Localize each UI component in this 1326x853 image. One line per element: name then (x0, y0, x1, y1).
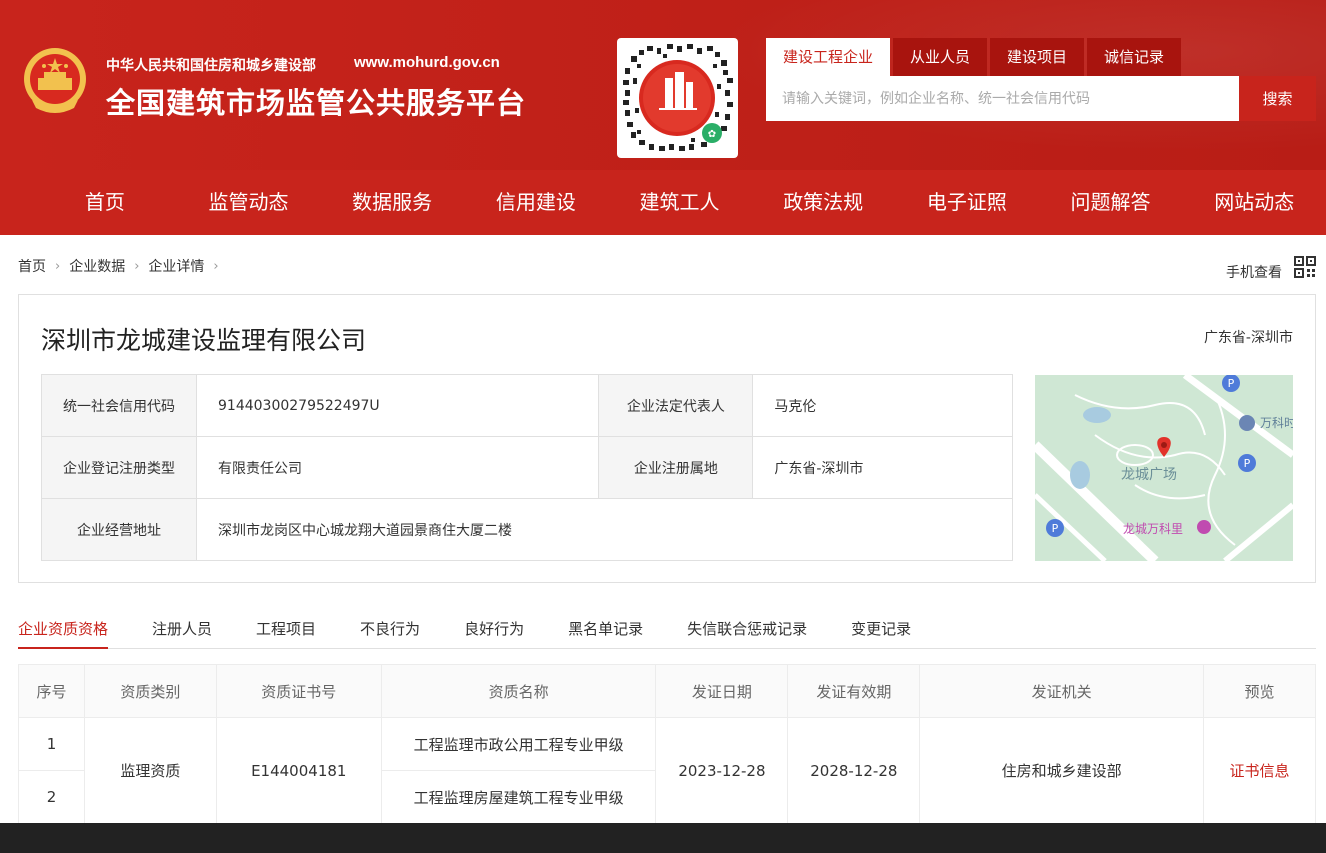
company-info-table: 统一社会信用代码 91440300279522497U 企业法定代表人 马克伦 … (41, 374, 1013, 561)
breadcrumb-enterprise-detail[interactable]: 企业详情 (148, 256, 204, 276)
tab-blacklist[interactable]: 黑名单记录 (568, 606, 643, 649)
breadcrumb-enterprise-data[interactable]: 企业数据 (69, 256, 125, 276)
row-index: 1 (18, 717, 85, 771)
site-header: 中华人民共和国住房和城乡建设部 www.mohurd.gov.cn 全国建筑市场… (0, 0, 1326, 170)
breadcrumb-home[interactable]: 首页 (18, 256, 46, 276)
search-tab-projects[interactable]: 建设项目 (990, 38, 1085, 76)
certificate-number: E144004181 (215, 717, 382, 824)
search-input[interactable] (766, 76, 1239, 121)
main-navigation: 首页 监管动态 数据服务 信用建设 建筑工人 政策法规 电子证照 问题解答 网站… (0, 170, 1326, 235)
address-value: 深圳市龙岗区中心城龙翔大道园景商住大厦二楼 (196, 498, 1013, 561)
qualification-category: 监理资质 (83, 717, 217, 824)
chevron-right-icon: › (213, 258, 219, 274)
chevron-right-icon: › (134, 258, 140, 274)
search-button[interactable]: 搜索 (1239, 76, 1316, 121)
tab-joint-punishment[interactable]: 失信联合惩戒记录 (687, 606, 807, 649)
site-title: 全国建筑市场监管公共服务平台 (106, 86, 527, 120)
credit-code-value: 91440300279522497U (195, 374, 600, 437)
nav-item-home[interactable]: 首页 (33, 170, 177, 235)
mobile-view-link[interactable]: 手机查看 (1226, 262, 1282, 282)
company-name: 深圳市龙城建设监理有限公司 (41, 326, 367, 355)
tab-qualifications[interactable]: 企业资质资格 (18, 606, 109, 649)
company-info-card: 深圳市龙城建设监理有限公司 广东省-深圳市 统一社会信用代码 914403002… (18, 294, 1316, 583)
chevron-right-icon: › (55, 258, 61, 274)
search-tab-practitioners[interactable]: 从业人员 (893, 38, 988, 76)
tab-projects[interactable]: 工程项目 (256, 606, 316, 649)
certificate-info-link[interactable]: 证书信息 (1230, 762, 1290, 780)
bottom-bar (0, 823, 1326, 853)
column-header: 资质类别 (83, 664, 217, 718)
nav-item-data-services[interactable]: 数据服务 (320, 170, 464, 235)
column-header: 发证机关 (919, 664, 1205, 718)
breadcrumb: 首页 › 企业数据 › 企业详情 › (18, 256, 228, 276)
column-header: 资质名称 (380, 664, 657, 718)
qualification-table: 序号 资质类别 资质证书号 资质名称 发证日期 发证有效期 发证机关 预览 1 … (18, 664, 1316, 824)
column-header: 发证日期 (655, 664, 789, 718)
table-header-row: 序号 资质类别 资质证书号 资质名称 发证日期 发证有效期 发证机关 预览 (18, 664, 1316, 718)
nav-item-regulatory-news[interactable]: 监管动态 (177, 170, 321, 235)
company-region: 广东省-深圳市 (1203, 330, 1293, 346)
national-emblem-icon (24, 48, 86, 113)
map-label-mall: 龙城万科里 (1123, 522, 1183, 536)
nav-item-faq[interactable]: 问题解答 (1039, 170, 1183, 235)
preview-cell: 证书信息 (1203, 717, 1316, 824)
legal-rep-value: 马克伦 (752, 374, 1013, 437)
location-map[interactable]: 龙城广场 龙城万科里 万科时 P P P (1035, 375, 1293, 561)
search-category-tabs: 建设工程企业 从业人员 建设项目 诚信记录 (766, 38, 1184, 76)
reg-place-value: 广东省-深圳市 (752, 436, 1013, 499)
issue-date: 2023-12-28 (655, 717, 789, 824)
qr-code-icon[interactable] (1294, 256, 1316, 278)
credit-code-label: 统一社会信用代码 (41, 374, 197, 437)
tab-registered-staff[interactable]: 注册人员 (152, 606, 212, 649)
search-tab-credit-records[interactable]: 诚信记录 (1087, 38, 1182, 76)
column-header: 序号 (18, 664, 85, 718)
legal-rep-label: 企业法定代表人 (598, 374, 754, 437)
column-header: 发证有效期 (787, 664, 921, 718)
nav-item-site-news[interactable]: 网站动态 (1182, 170, 1326, 235)
ministry-name: 中华人民共和国住房和城乡建设部 (106, 58, 316, 74)
map-label-square: 龙城广场 (1121, 467, 1177, 483)
svg-text:P: P (1228, 377, 1235, 390)
search-bar: 搜索 (766, 76, 1316, 121)
qualification-name: 工程监理房屋建筑工程专业甲级 (380, 770, 657, 824)
svg-text:P: P (1244, 457, 1251, 470)
row-index: 2 (18, 770, 85, 824)
enterprise-detail-tabs: 企业资质资格 注册人员 工程项目 不良行为 良好行为 黑名单记录 失信联合惩戒记… (18, 606, 1316, 649)
table-row: 1 监理资质 E144004181 工程监理市政公用工程专业甲级 2023-12… (18, 717, 1316, 824)
tab-good-behavior[interactable]: 良好行为 (464, 606, 524, 649)
site-domain[interactable]: www.mohurd.gov.cn (354, 54, 500, 71)
nav-item-e-certificates[interactable]: 电子证照 (895, 170, 1039, 235)
reg-type-label: 企业登记注册类型 (41, 436, 197, 499)
nav-item-policies[interactable]: 政策法规 (751, 170, 895, 235)
map-label-vanke: 万科时 (1260, 416, 1293, 430)
issuing-authority: 住房和城乡建设部 (919, 717, 1205, 824)
mini-program-qr-code: ✿ (617, 38, 738, 158)
column-header: 资质证书号 (215, 664, 382, 718)
svg-text:P: P (1052, 522, 1059, 535)
nav-item-construction-workers[interactable]: 建筑工人 (608, 170, 752, 235)
tab-change-records[interactable]: 变更记录 (851, 606, 911, 649)
nav-item-credit-building[interactable]: 信用建设 (464, 170, 608, 235)
reg-type-value: 有限责任公司 (195, 436, 600, 499)
reg-place-label: 企业注册属地 (598, 436, 754, 499)
address-label: 企业经营地址 (41, 498, 197, 561)
column-header: 预览 (1203, 664, 1316, 718)
qualification-name: 工程监理市政公用工程专业甲级 (380, 717, 657, 771)
svg-text:✿: ✿ (708, 129, 716, 140)
valid-until: 2028-12-28 (787, 717, 921, 824)
tab-bad-behavior[interactable]: 不良行为 (360, 606, 420, 649)
search-tab-enterprise[interactable]: 建设工程企业 (766, 38, 891, 76)
